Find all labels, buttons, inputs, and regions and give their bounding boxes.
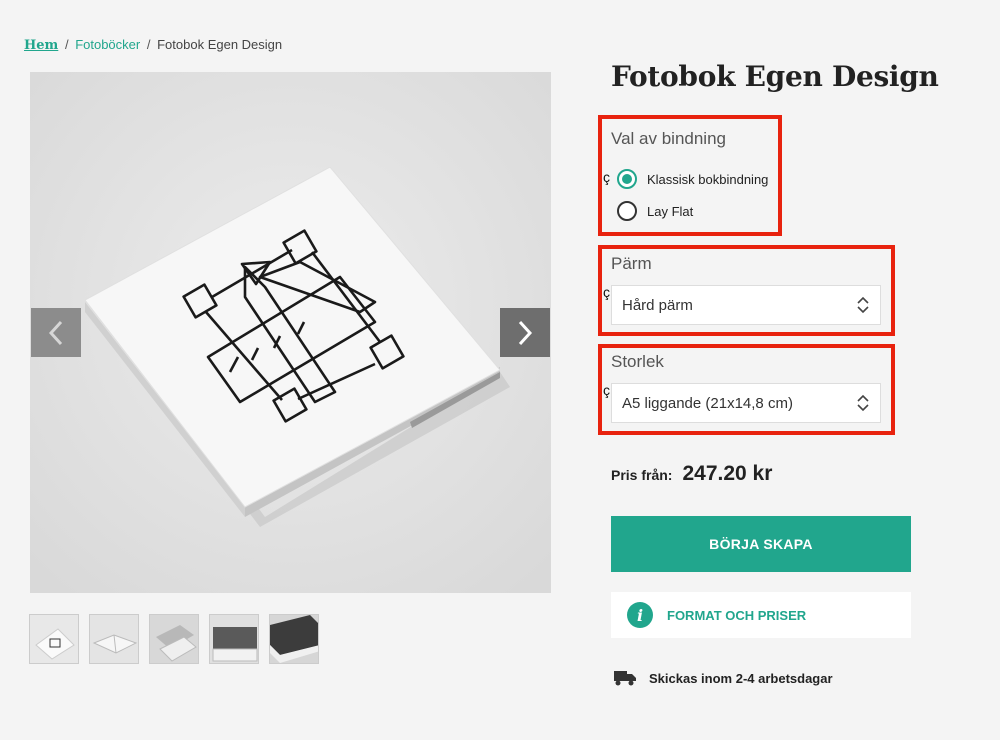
product-image-viewer: [30, 72, 551, 593]
breadcrumb-current: Fotobok Egen Design: [157, 37, 283, 52]
updown-arrows-icon: [857, 296, 869, 314]
binding-option-layflat[interactable]: Lay Flat: [617, 201, 693, 221]
thumbnail-2[interactable]: [89, 614, 139, 664]
chevron-left-icon: [48, 320, 63, 345]
chevron-right-icon: [518, 320, 533, 345]
thumbnail-1[interactable]: [29, 614, 79, 664]
format-and-prices-label: FORMAT OCH PRISER: [667, 607, 807, 623]
binding-marker: ç: [603, 169, 610, 185]
truck-icon: [614, 671, 636, 686]
cover-select-value: Hård pärm: [622, 296, 693, 314]
binding-option-label: Klassisk bokbindning: [647, 171, 769, 187]
shipping-label: Skickas inom 2-4 arbetsdagar: [649, 670, 833, 686]
thumbnail-4[interactable]: [209, 614, 259, 664]
size-label: Storlek: [611, 352, 664, 371]
binding-label: Val av bindning: [611, 129, 726, 148]
size-select-value: A5 liggande (21x14,8 cm): [622, 394, 793, 412]
price-label: Pris från:: [611, 467, 673, 483]
previous-image-button[interactable]: [31, 308, 81, 357]
breadcrumb-separator: /: [64, 37, 69, 52]
price-block: Pris från: 247.20 kr: [611, 462, 772, 486]
start-creating-button[interactable]: BÖRJA SKAPA: [611, 516, 911, 572]
size-marker: ç: [603, 382, 610, 398]
info-icon: i: [627, 602, 653, 628]
product-title: Fotobok Egen Design: [611, 60, 939, 93]
next-image-button[interactable]: [500, 308, 550, 357]
format-and-prices-button[interactable]: i FORMAT OCH PRISER: [611, 592, 911, 638]
cover-select[interactable]: Hård pärm: [611, 285, 881, 325]
cover-marker: ç: [603, 284, 610, 300]
binding-option-classic[interactable]: Klassisk bokbindning: [617, 169, 768, 189]
product-image: [30, 72, 551, 593]
breadcrumb-separator: /: [146, 37, 151, 52]
breadcrumb-category-link[interactable]: Fotoböcker: [75, 37, 140, 52]
thumbnail-strip: [29, 614, 319, 664]
cover-label: Pärm: [611, 254, 652, 273]
updown-arrows-icon: [857, 394, 869, 412]
radio-button-unchecked[interactable]: [617, 201, 637, 221]
size-select[interactable]: A5 liggande (21x14,8 cm): [611, 383, 881, 423]
price-value: 247.20 kr: [682, 462, 773, 485]
breadcrumb: Hem / Fotoböcker / Fotobok Egen Design: [24, 37, 282, 53]
thumbnail-3[interactable]: [149, 614, 199, 664]
thumbnail-5[interactable]: [269, 614, 319, 664]
radio-button-checked[interactable]: [617, 169, 637, 189]
binding-option-label: Lay Flat: [647, 203, 694, 219]
breadcrumb-home-link[interactable]: Hem: [24, 38, 58, 53]
shipping-info: Skickas inom 2-4 arbetsdagar: [613, 669, 833, 687]
